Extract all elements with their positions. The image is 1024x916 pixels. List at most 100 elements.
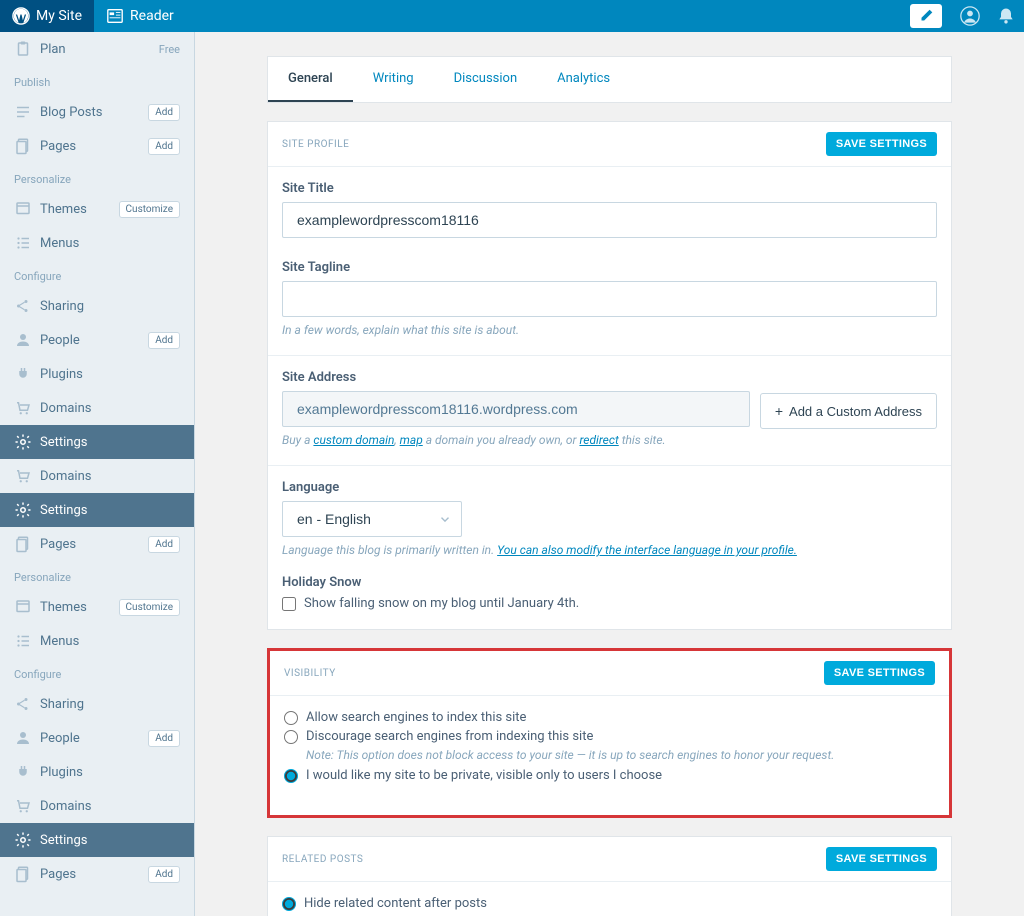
snow-checkbox-label[interactable]: Show falling snow on my blog until Janua…: [304, 596, 579, 611]
sidebar-item-label: Plan: [40, 42, 159, 57]
save-settings-button[interactable]: SAVE SETTINGS: [824, 661, 935, 685]
add-custom-address-button[interactable]: +Add a Custom Address: [760, 393, 937, 429]
tab-writing[interactable]: Writing: [353, 57, 434, 102]
sidebar-add-button[interactable]: Add: [148, 332, 180, 349]
themes-icon: [14, 200, 32, 218]
sidebar-item-pages[interactable]: Pages Add: [0, 857, 194, 891]
plugin-icon: [14, 365, 32, 383]
masterbar-my-site-label: My Site: [36, 8, 82, 24]
sidebar-item-label: Menus: [40, 634, 180, 649]
sidebar-item-people[interactable]: People Add: [0, 721, 194, 755]
sidebar-add-button[interactable]: Add: [148, 104, 180, 121]
sidebar-item-domains[interactable]: Domains: [0, 789, 194, 823]
sidebar-item-settings[interactable]: Settings: [0, 425, 194, 459]
map-domain-link[interactable]: map: [400, 433, 423, 447]
sidebar-plan-badge: Free: [159, 43, 180, 56]
sidebar-item-label: Sharing: [40, 299, 180, 314]
redirect-link[interactable]: redirect: [579, 433, 618, 447]
site-title-input[interactable]: [282, 202, 937, 238]
sidebar-item-settings[interactable]: Settings: [0, 823, 194, 857]
gear-icon: [14, 831, 32, 849]
sidebar-add-button[interactable]: Add: [148, 138, 180, 155]
sidebar-item-domains[interactable]: Domains: [0, 459, 194, 493]
masterbar-avatar[interactable]: [952, 0, 988, 32]
language-select[interactable]: [282, 501, 462, 537]
pencil-icon: [917, 7, 935, 25]
sidebar-item-sharing[interactable]: Sharing: [0, 289, 194, 323]
share-icon: [14, 297, 32, 315]
snow-checkbox[interactable]: [282, 597, 296, 611]
cart-icon: [14, 467, 32, 485]
sidebar-item-menus[interactable]: Menus: [0, 226, 194, 260]
visibility-private-radio[interactable]: [284, 769, 298, 783]
tab-general[interactable]: General: [268, 57, 353, 102]
sidebar-heading-publish: Publish: [0, 66, 194, 95]
pages-icon: [14, 865, 32, 883]
visibility-allow-label[interactable]: Allow search engines to index this site: [306, 710, 526, 725]
interface-language-link[interactable]: You can also modify the interface langua…: [497, 543, 797, 557]
sidebar-add-button[interactable]: Add: [148, 730, 180, 747]
plus-icon: +: [775, 403, 783, 419]
sidebar-customize-button[interactable]: Customize: [119, 201, 180, 218]
sidebar-item-pages[interactable]: Pages Add: [0, 129, 194, 163]
sidebar-item-plan[interactable]: Plan Free: [0, 32, 194, 66]
site-address-help: Buy a custom domain, map a domain you al…: [282, 433, 937, 447]
sidebar-item-themes[interactable]: Themes Customize: [0, 192, 194, 226]
visibility-private-label[interactable]: I would like my site to be private, visi…: [306, 768, 662, 783]
tab-discussion[interactable]: Discussion: [434, 57, 538, 102]
save-settings-button[interactable]: SAVE SETTINGS: [826, 847, 937, 871]
sidebar-item-settings[interactable]: Settings: [0, 493, 194, 527]
sidebar-add-button[interactable]: Add: [148, 866, 180, 883]
sidebar-item-blog-posts[interactable]: Blog Posts Add: [0, 95, 194, 129]
sidebar-item-label: Settings: [40, 833, 180, 848]
site-tagline-help: In a few words, explain what this site i…: [282, 323, 937, 337]
posts-icon: [14, 103, 32, 121]
sidebar-item-label: Plugins: [40, 765, 180, 780]
sidebar-item-label: Domains: [40, 469, 180, 484]
sidebar-customize-button[interactable]: Customize: [119, 599, 180, 616]
share-icon: [14, 695, 32, 713]
sidebar-item-pages[interactable]: Pages Add: [0, 527, 194, 561]
sidebar-item-label: Domains: [40, 401, 180, 416]
sidebar-item-plugins[interactable]: Plugins: [0, 755, 194, 789]
clipboard-icon: [14, 40, 32, 58]
site-address-label: Site Address: [282, 370, 937, 385]
masterbar-my-site[interactable]: My Site: [0, 0, 94, 32]
save-settings-button[interactable]: SAVE SETTINGS: [826, 132, 937, 156]
sidebar-add-button[interactable]: Add: [148, 536, 180, 553]
sidebar-item-menus[interactable]: Menus: [0, 624, 194, 658]
sidebar-item-domains[interactable]: Domains: [0, 391, 194, 425]
site-tagline-input[interactable]: [282, 281, 937, 317]
sidebar-heading-configure: Configure: [0, 260, 194, 289]
themes-icon: [14, 598, 32, 616]
menus-icon: [14, 234, 32, 252]
masterbar-reader[interactable]: Reader: [94, 0, 186, 32]
sidebar-item-plugins[interactable]: Plugins: [0, 357, 194, 391]
write-button[interactable]: [910, 4, 942, 28]
sidebar-item-sharing[interactable]: Sharing: [0, 687, 194, 721]
sidebar-item-label: Themes: [40, 202, 119, 217]
card-heading: SITE PROFILE: [282, 139, 826, 150]
sidebar-item-label: Settings: [40, 503, 180, 518]
language-label: Language: [282, 480, 937, 495]
visibility-allow-radio[interactable]: [284, 711, 298, 725]
sidebar-item-label: Domains: [40, 799, 180, 814]
sidebar-item-label: People: [40, 731, 148, 746]
card-heading: RELATED POSTS: [282, 854, 826, 865]
custom-domain-link[interactable]: custom domain: [313, 433, 394, 447]
visibility-discourage-radio[interactable]: [284, 730, 298, 744]
related-hide-label[interactable]: Hide related content after posts: [304, 896, 487, 911]
sidebar-item-label: Pages: [40, 537, 148, 552]
person-icon: [14, 331, 32, 349]
related-hide-radio[interactable]: [282, 897, 296, 911]
reader-icon: [106, 7, 124, 25]
site-title-label: Site Title: [282, 181, 937, 196]
content-area: General Writing Discussion Analytics SIT…: [195, 32, 1024, 916]
snow-label: Holiday Snow: [282, 575, 937, 590]
sidebar-heading-personalize: Personalize: [0, 561, 194, 590]
masterbar-notifications[interactable]: [988, 0, 1024, 32]
sidebar-item-themes[interactable]: Themes Customize: [0, 590, 194, 624]
tab-analytics[interactable]: Analytics: [537, 57, 630, 102]
visibility-discourage-label[interactable]: Discourage search engines from indexing …: [306, 729, 593, 744]
sidebar-item-people[interactable]: People Add: [0, 323, 194, 357]
